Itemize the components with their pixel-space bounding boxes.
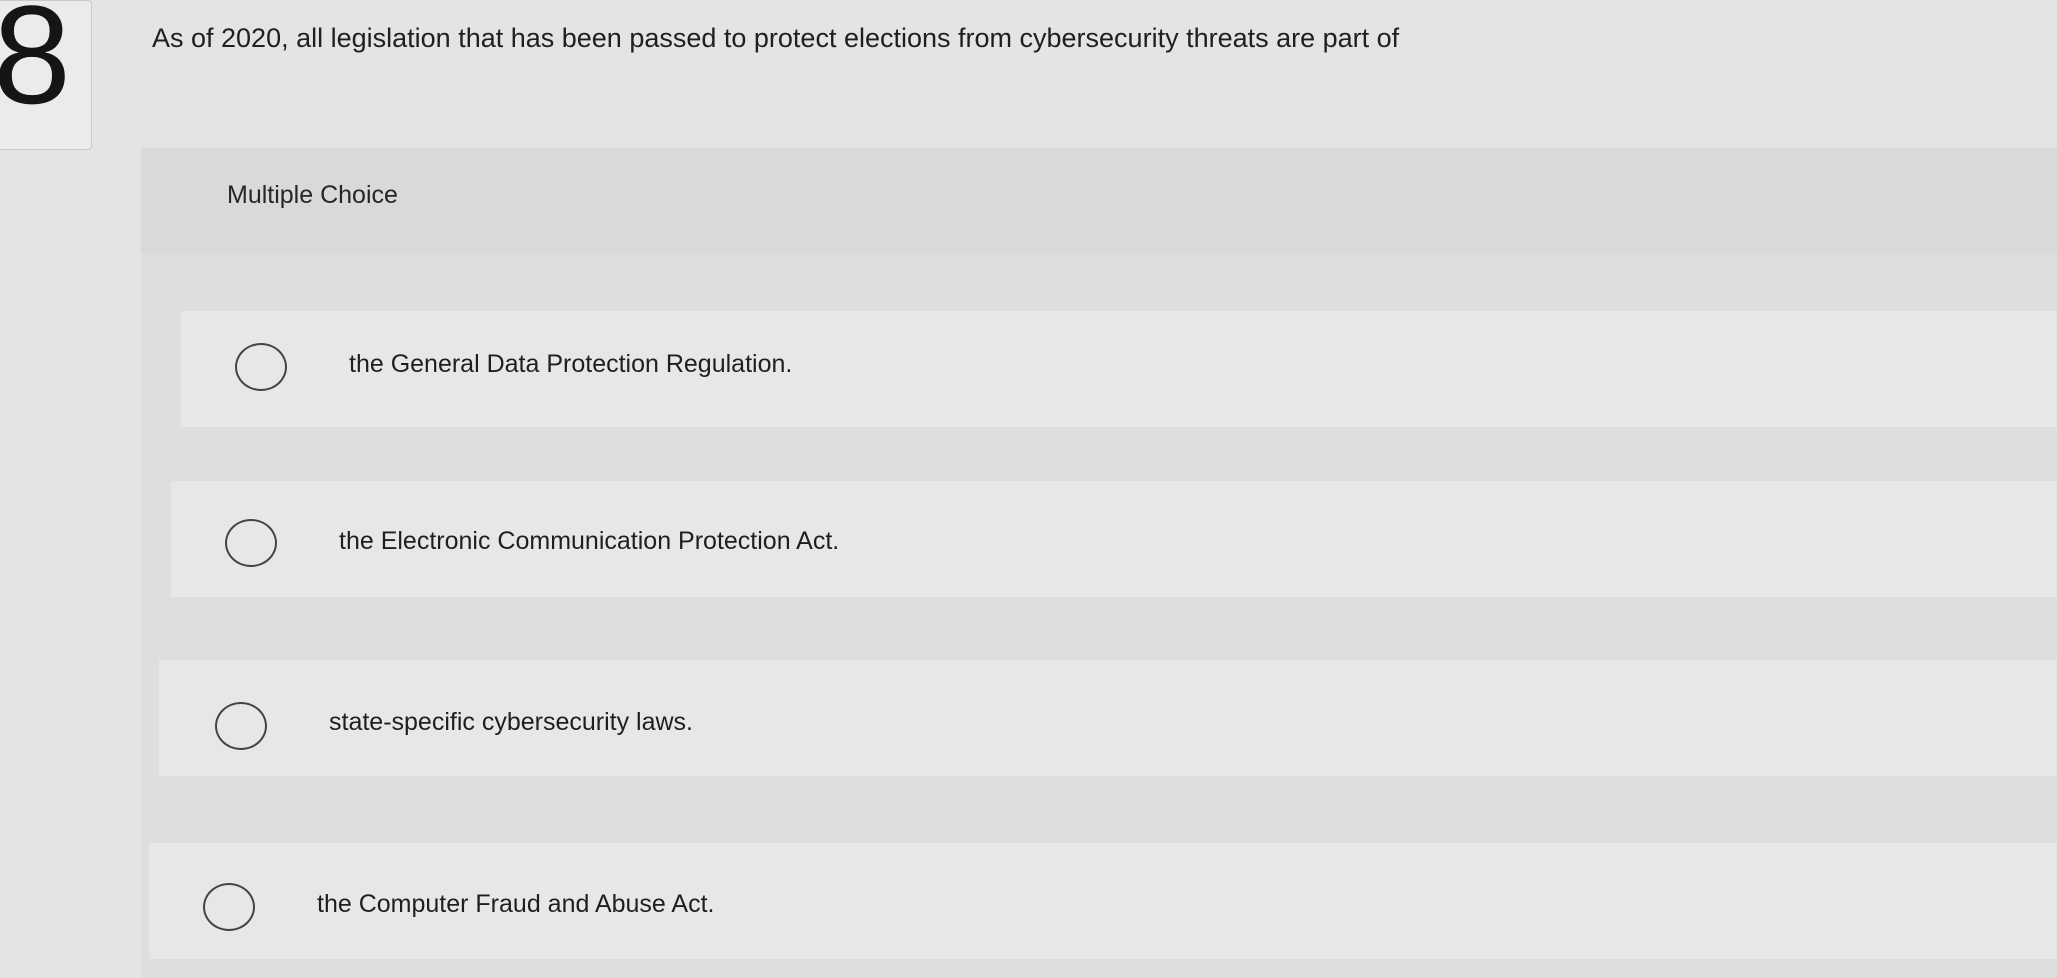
multiple-choice-label: Multiple Choice xyxy=(227,181,398,209)
radio-button-2[interactable] xyxy=(225,519,277,567)
choice-label-4: the Computer Fraud and Abuse Act. xyxy=(317,890,715,918)
question-text: As of 2020, all legislation that has bee… xyxy=(152,23,1400,53)
radio-button-3[interactable] xyxy=(215,702,267,750)
choice-option-4[interactable]: the Computer Fraud and Abuse Act. xyxy=(149,843,2057,959)
panel-header: Multiple Choice xyxy=(141,148,2057,253)
choice-option-3[interactable]: state-specific cybersecurity laws. xyxy=(159,660,2057,776)
choice-label-3: state-specific cybersecurity laws. xyxy=(329,708,694,736)
question-number: 8 xyxy=(0,0,71,133)
multiple-choice-panel: Multiple Choice the General Data Protect… xyxy=(141,148,2057,978)
radio-button-4[interactable] xyxy=(203,883,255,931)
choice-label-1: the General Data Protection Regulation. xyxy=(349,350,793,378)
choice-label-2: the Electronic Communication Protection … xyxy=(339,527,840,555)
radio-button-1[interactable] xyxy=(235,343,287,391)
choice-option-1[interactable]: the General Data Protection Regulation. xyxy=(181,311,2057,427)
question-number-box: 8 xyxy=(0,0,92,150)
choice-option-2[interactable]: the Electronic Communication Protection … xyxy=(171,481,2057,597)
